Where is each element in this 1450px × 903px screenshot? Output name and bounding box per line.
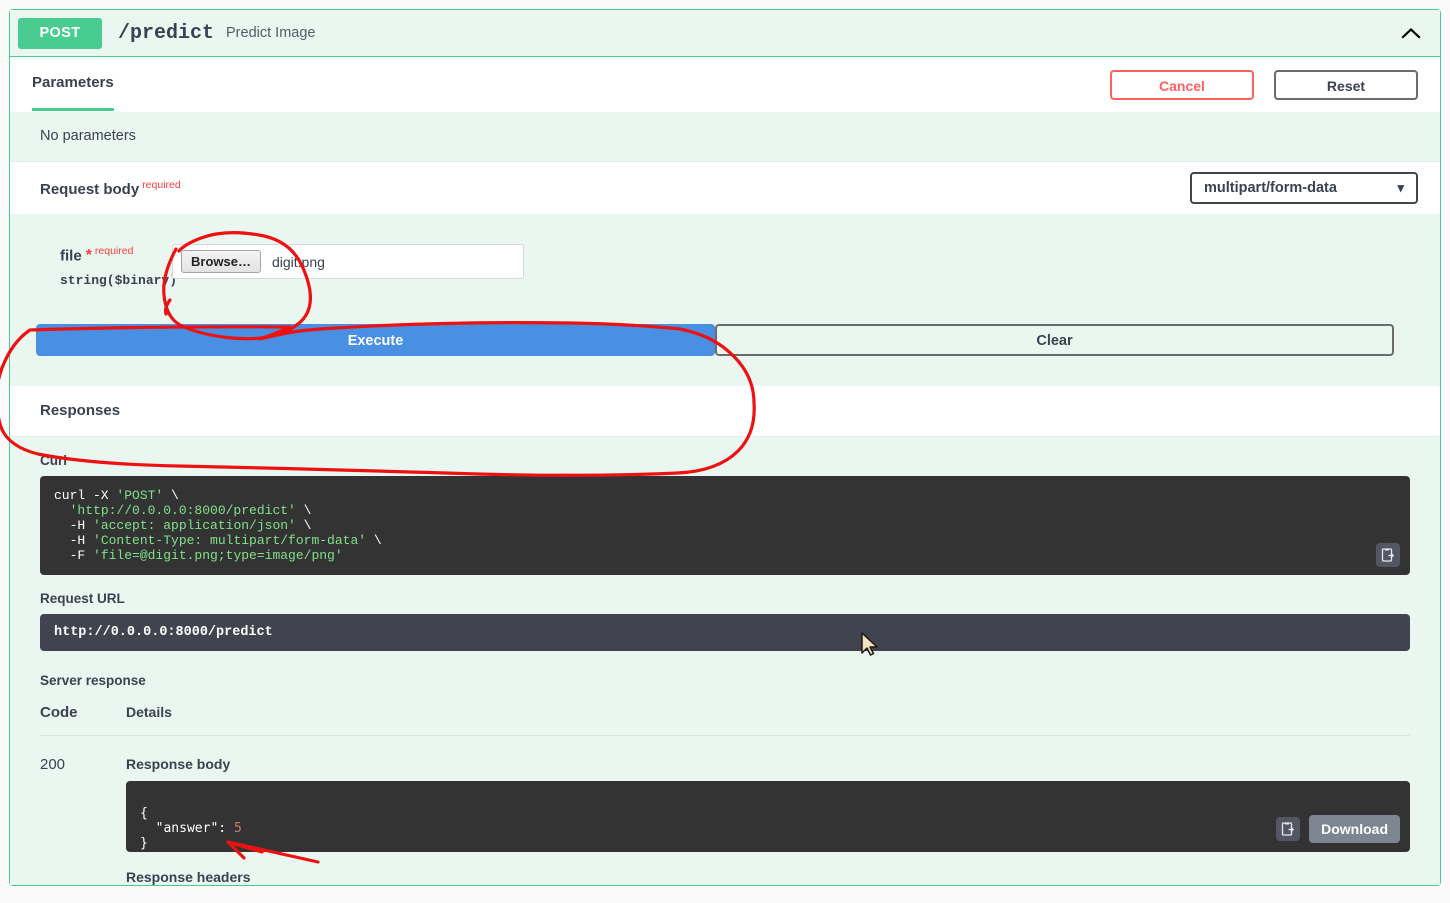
chevron-up-icon[interactable]: [1396, 18, 1426, 48]
chevron-down-icon: ▾: [1397, 180, 1404, 195]
copy-glyph: [1381, 548, 1395, 562]
copy-clipboard-icon[interactable]: [1376, 543, 1400, 568]
request-body-required-badge: required: [142, 178, 181, 191]
http-method-badge: POST: [18, 17, 102, 49]
request-url-value: http://0.0.0.0:8000/predict: [40, 614, 1410, 652]
parameters-toolbar: Parameters Cancel Reset: [10, 57, 1440, 112]
reset-button[interactable]: Reset: [1274, 69, 1418, 100]
response-details: Response body { "answer": 5 } Download R…: [126, 756, 1410, 885]
operation-path: /predict: [118, 21, 215, 45]
curl-code-text: curl -X 'POST' \ 'http://0.0.0.0:8000/pr…: [54, 488, 382, 564]
copy-clipboard-icon[interactable]: [1276, 817, 1301, 842]
clear-button[interactable]: Clear: [715, 324, 1394, 357]
operation-summary: Predict Image: [226, 25, 316, 41]
request-body-header: Request body required multipart/form-data…: [10, 161, 1440, 214]
request-body-label: Request body: [40, 180, 140, 198]
request-body-fields: file * required string($binary) Browse… di…: [10, 214, 1440, 313]
responses-heading: Responses: [10, 386, 1440, 438]
file-required-badge: required: [94, 245, 134, 257]
responses-table-header: Code Details: [40, 704, 1410, 737]
response-status-code: 200: [40, 756, 66, 774]
browse-button[interactable]: Browse…: [181, 250, 261, 273]
table-row: 200 Response body { "answer": 5 } Downlo…: [40, 736, 1410, 885]
request-body-title: Request body required: [40, 179, 181, 198]
operation-block-post-predict: POST /predict Predict Image Parameters C…: [9, 9, 1441, 887]
response-body-code-block: { "answer": 5 } Download: [126, 781, 1410, 853]
execute-button[interactable]: Execute: [36, 324, 715, 357]
curl-code-block: curl -X 'POST' \ 'http://0.0.0.0:8000/pr…: [40, 476, 1410, 576]
file-field-row: file * required string($binary) Browse… di…: [60, 242, 1410, 288]
media-type-value: multipart/form-data: [1204, 180, 1337, 196]
chevron-up-glyph: [1401, 27, 1421, 39]
column-header-code: Code: [40, 704, 78, 722]
no-parameters-text: No parameters: [10, 112, 1440, 161]
server-response-label: Server response: [40, 673, 146, 689]
curl-label: Curl: [40, 453, 67, 469]
responses-table: Code Details 200 Response body { "answer…: [40, 704, 1410, 885]
selected-filename: digit.png: [271, 253, 325, 270]
response-body-actions: Download: [1276, 815, 1400, 844]
file-field-label: file * required string($binary): [60, 242, 178, 289]
operation-header[interactable]: POST /predict Predict Image: [10, 10, 1440, 56]
swagger-ui-page: POST /predict Predict Image Parameters C…: [0, 0, 1450, 903]
toolbar-buttons: Cancel Reset: [1110, 69, 1418, 100]
media-type-select[interactable]: multipart/form-data ▾: [1190, 172, 1418, 204]
required-star-icon: *: [85, 247, 92, 265]
responses-section: Curl curl -X 'POST' \ 'http://0.0.0.0:80…: [10, 437, 1440, 886]
file-field-name: file: [60, 247, 82, 265]
column-header-details: Details: [126, 704, 172, 721]
response-body-text: { "answer": 5 }: [140, 806, 242, 852]
request-url-label: Request URL: [40, 591, 125, 607]
file-field-name-line: file * required: [60, 245, 172, 265]
copy-glyph: [1281, 822, 1295, 836]
cancel-button[interactable]: Cancel: [1110, 69, 1254, 100]
response-body-label: Response body: [126, 756, 231, 773]
execute-clear-row: Execute Clear: [10, 312, 1440, 387]
file-field-type: string($binary): [60, 273, 178, 289]
operation-body: Parameters Cancel Reset No parameters Re…: [10, 56, 1440, 886]
download-button[interactable]: Download: [1309, 815, 1400, 844]
file-input[interactable]: Browse… digit.png: [172, 244, 524, 279]
response-headers-label: Response headers: [126, 869, 251, 886]
tab-parameters[interactable]: Parameters: [32, 74, 114, 111]
